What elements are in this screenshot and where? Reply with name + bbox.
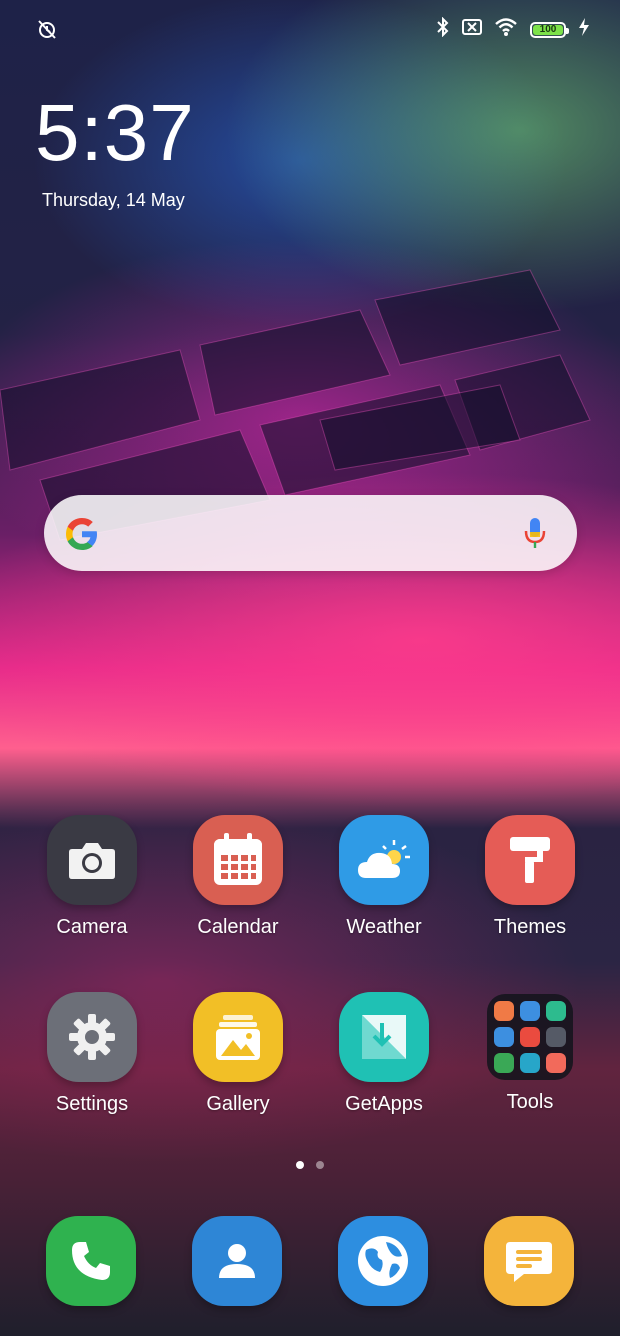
app-label: Gallery [206, 1093, 270, 1115]
gallery-icon [193, 992, 283, 1082]
clock-date[interactable]: Thursday, 14 May [42, 190, 185, 211]
bluetooth-icon [436, 16, 450, 42]
status-bar: 100 [0, 0, 620, 56]
app-calendar[interactable]: Calendar [178, 815, 298, 939]
app-camera[interactable]: Camera [32, 815, 152, 939]
app-label: GetApps [345, 1093, 423, 1115]
gear-icon [47, 992, 137, 1082]
app-settings[interactable]: Settings [32, 992, 152, 1116]
app-weather[interactable]: Weather [324, 815, 444, 939]
app-tools[interactable]: Tools [470, 992, 590, 1114]
calendar-icon [193, 815, 283, 905]
clock-time[interactable]: 5:37 [35, 90, 195, 176]
weather-icon [339, 815, 429, 905]
app-label: Calendar [197, 916, 279, 938]
page-indicator [0, 1161, 620, 1169]
app-getapps[interactable]: GetApps [324, 992, 444, 1116]
folder-icon [487, 994, 573, 1080]
app-label: Settings [55, 1093, 129, 1115]
no-sim-icon [462, 19, 482, 40]
messages-icon[interactable] [484, 1216, 574, 1306]
page-dot[interactable] [316, 1161, 324, 1169]
app-themes[interactable]: Themes [470, 815, 590, 939]
getapps-icon [339, 992, 429, 1082]
lightning-icon [578, 18, 590, 41]
app-label: Tools [506, 1091, 554, 1113]
microphone-icon[interactable] [523, 515, 547, 556]
app-label: Weather [346, 916, 422, 938]
browser-globe-icon[interactable] [338, 1216, 428, 1306]
wifi-icon [494, 17, 518, 42]
contacts-icon[interactable] [192, 1216, 282, 1306]
app-label: Camera [56, 916, 128, 938]
google-g-icon [64, 516, 100, 557]
battery-indicator: 100 [530, 21, 569, 38]
camera-icon [47, 815, 137, 905]
google-search-bar[interactable] [44, 495, 577, 571]
app-gallery[interactable]: Gallery [178, 992, 298, 1116]
app-label: Themes [493, 916, 567, 938]
paint-roller-icon [485, 815, 575, 905]
alarm-off-icon [36, 18, 58, 45]
battery-level: 100 [539, 24, 557, 35]
phone-icon[interactable] [46, 1216, 136, 1306]
page-dot-active[interactable] [296, 1161, 304, 1169]
